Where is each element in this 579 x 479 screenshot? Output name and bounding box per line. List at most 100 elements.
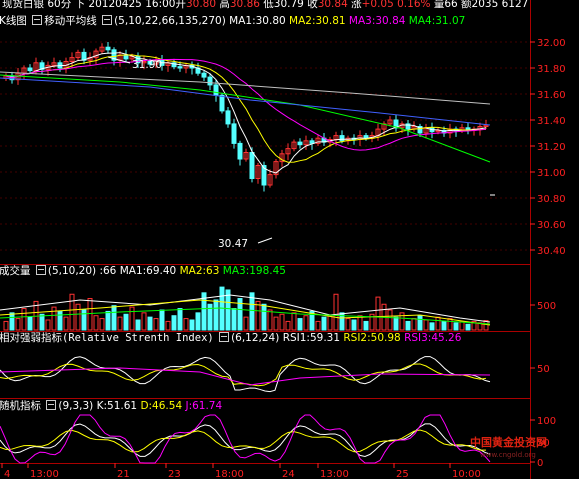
volume-bar <box>387 309 393 331</box>
x-axis-label: 4 <box>4 469 10 479</box>
volume-bar <box>195 312 201 331</box>
volume-bar <box>57 310 63 331</box>
rsi2-line <box>0 363 487 387</box>
candle-body <box>177 66 183 69</box>
volume-bar <box>273 316 279 331</box>
price-axis-label: 30.40 <box>537 246 566 257</box>
volume-bar <box>147 316 153 331</box>
volume-bar <box>105 310 111 331</box>
price-axis-label: 30.60 <box>537 220 566 231</box>
volume-bar <box>255 300 261 331</box>
volume-bar <box>297 318 303 331</box>
volume-bar <box>153 318 159 331</box>
j-line <box>0 414 491 464</box>
volume-bar <box>417 315 423 331</box>
volume-bar <box>303 315 309 331</box>
price-axis-label: 31.60 <box>537 90 566 101</box>
volume-bar <box>45 319 51 331</box>
candle-body <box>123 54 129 60</box>
volume-bar <box>429 322 435 331</box>
volume-bar <box>363 320 369 331</box>
x-axis-label: 10:00 <box>452 469 481 479</box>
volume-bar <box>27 316 33 331</box>
price-axis-label: 32.00 <box>537 38 566 49</box>
candle-body <box>339 135 345 142</box>
candle-body <box>249 152 255 179</box>
x-axis-label: 13:00 <box>30 469 59 479</box>
volume-bar <box>453 322 459 331</box>
indicator-axis-label: 50 <box>537 364 550 375</box>
volume-bar <box>15 318 21 331</box>
volume-bar <box>117 316 123 331</box>
candle-body <box>105 46 111 51</box>
volume-bar <box>111 305 117 331</box>
volume-bar <box>225 289 231 331</box>
volume-bar <box>189 319 195 331</box>
volume-bar <box>171 315 177 331</box>
volume-bar <box>411 318 417 331</box>
volume-bar <box>213 299 219 331</box>
volume-bar <box>39 313 45 331</box>
volume-bar <box>129 306 135 331</box>
high-annotation: 31.90 <box>132 59 163 71</box>
watermark-url: www.cngold.org <box>480 451 536 459</box>
candle-body <box>297 141 303 146</box>
volume-bar <box>183 318 189 331</box>
price-axis-label: 31.20 <box>537 142 566 153</box>
price-axis-label: 31.40 <box>537 116 566 127</box>
price-axis-label: 31.00 <box>537 168 566 179</box>
volume-bar <box>75 303 81 331</box>
volume-bar <box>51 306 57 331</box>
candle-body <box>27 67 33 72</box>
rsi3-line <box>0 367 491 386</box>
volume-bar <box>21 308 27 331</box>
low-pointer <box>257 237 273 244</box>
x-axis-label: 13:00 <box>320 469 349 479</box>
volume-bar <box>141 312 147 331</box>
indicator-axis-label: 0 <box>537 458 543 469</box>
volume-bar <box>93 315 99 331</box>
volume-bar <box>357 315 363 331</box>
volume-bar <box>435 316 441 331</box>
x-axis-label: 18:00 <box>215 469 244 479</box>
x-axis-label: 23 <box>168 469 181 479</box>
volume-bar <box>177 308 183 331</box>
volume-bar <box>87 298 93 331</box>
ma3-line <box>5 58 487 151</box>
volume-bar <box>267 309 273 331</box>
x-axis-label: 21 <box>117 469 130 479</box>
volume-bar <box>321 316 327 331</box>
volume-bar <box>3 320 9 331</box>
volume-bar <box>231 308 237 331</box>
k-line <box>0 423 491 457</box>
volume-bar <box>345 318 351 331</box>
volume-bar <box>465 323 471 331</box>
price-axis-label: 31.80 <box>537 64 566 75</box>
volume-bar <box>351 319 357 331</box>
volume-bar <box>327 315 333 331</box>
volume-bar <box>447 318 453 331</box>
candle-body <box>219 94 225 112</box>
volume-bar <box>393 316 399 331</box>
price-axis-label: 30.80 <box>537 194 566 205</box>
volume-bar <box>285 320 291 331</box>
indicator-axis-label: 100 <box>537 416 556 427</box>
volume-bar <box>123 313 129 331</box>
volume-bar <box>9 312 15 331</box>
volume-bar <box>81 309 87 331</box>
volume-bar <box>261 303 267 331</box>
x-axis-label: 25 <box>396 469 409 479</box>
kline-chart-surface[interactable]: 32.00 31.80 31.60 31.40 31.20 31.00 30.80 30.60… <box>0 0 579 479</box>
volume-bar <box>159 309 165 331</box>
candle-body <box>213 84 219 96</box>
indicator-axis-label: 500 <box>537 301 556 312</box>
ma4-line <box>0 74 491 163</box>
volume-bar <box>441 320 447 331</box>
volume-bar <box>99 318 105 331</box>
volume-bar <box>333 293 339 331</box>
candle-body <box>225 110 231 125</box>
volume-bar <box>405 320 411 331</box>
candle-body <box>237 142 243 160</box>
x-axis-label: 24 <box>282 469 295 479</box>
candle-body <box>231 123 237 144</box>
